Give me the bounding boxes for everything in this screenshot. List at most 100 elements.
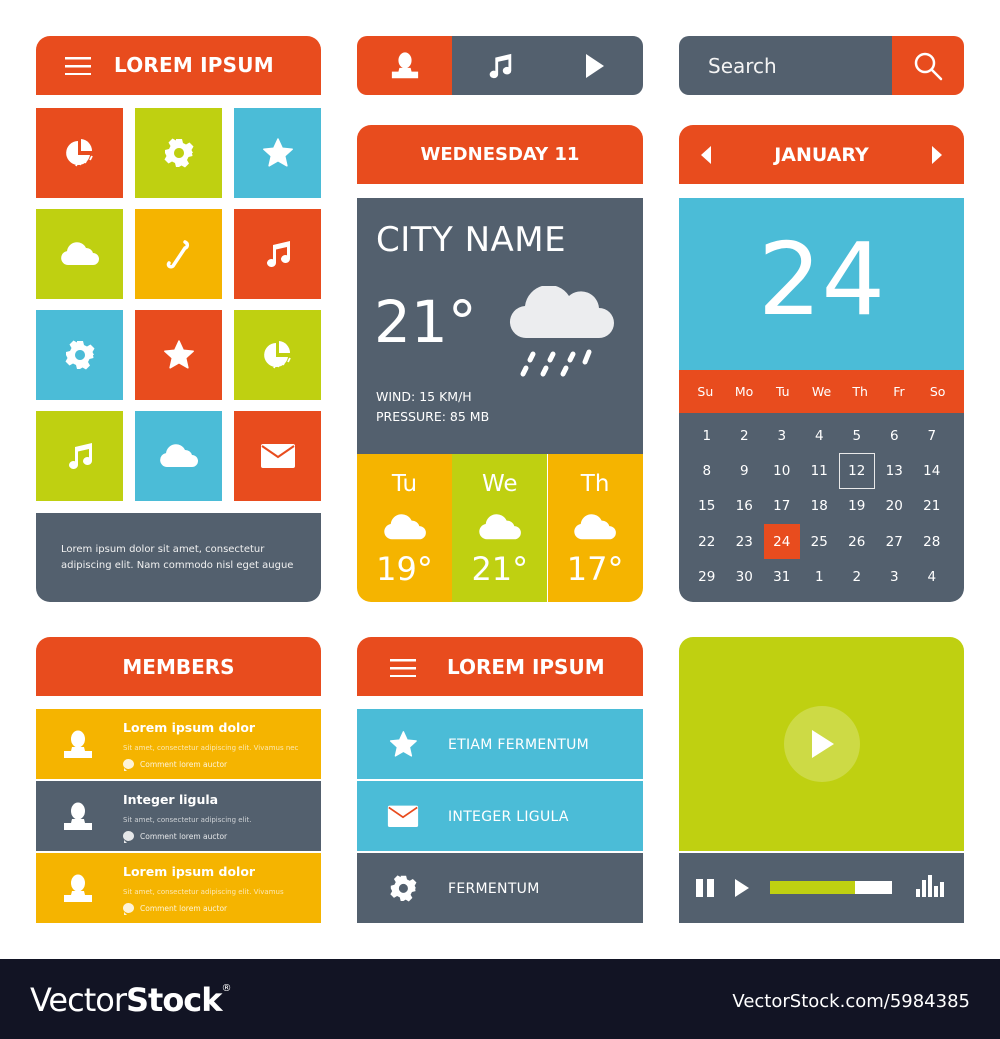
calendar-day[interactable]: 10 [763,453,801,488]
calendar-day[interactable]: 31 [763,559,801,594]
pause-button[interactable] [696,879,716,897]
forecast-temp: 21° [471,550,529,589]
tile-menu-footer-text: Lorem ipsum dolor sit amet, consectetur … [61,544,294,571]
calendar-day[interactable]: 4 [801,418,839,453]
nav-menu-item[interactable]: INTEGER LIGULA [357,781,643,851]
calendar-day[interactable]: 25 [801,524,839,559]
current-temperature: 21° [374,288,477,356]
calendar-day[interactable]: 19 [838,489,876,524]
calendar-day[interactable]: 13 [876,453,914,488]
chevron-left-icon [701,146,711,164]
hamburger-icon[interactable] [65,57,91,75]
tile-button[interactable] [234,411,321,501]
search-button[interactable] [892,36,964,95]
calendar-day[interactable]: 5 [838,418,876,453]
user-icon [390,51,420,81]
tile-button[interactable] [234,108,321,198]
calendar-day[interactable]: 23 [726,524,764,559]
calendar-day[interactable]: 14 [913,453,951,488]
calendar-day[interactable]: 18 [801,489,839,524]
member-item[interactable]: Lorem ipsum dolor Sit amet, consectetur … [36,709,321,779]
member-name: Lorem ipsum dolor [123,864,256,879]
star-icon [163,339,195,371]
search-field [679,36,892,95]
gear-icon [389,874,418,903]
calendar-day[interactable]: 1 [688,418,726,453]
calendar-day[interactable]: 15 [688,489,726,524]
calendar-day[interactable]: 28 [913,524,951,559]
nav-menu-item[interactable]: ETIAM FERMENTUM [357,709,643,779]
calendar-day[interactable]: 9 [726,453,764,488]
calendar-day[interactable]: 26 [838,524,876,559]
calendar-day[interactable]: 2 [838,559,876,594]
tile-button[interactable] [135,108,222,198]
avatar [62,873,94,905]
calendar-day[interactable]: 3 [763,418,801,453]
tile-button[interactable] [234,310,321,400]
tile-button[interactable] [36,209,123,299]
music-note-icon [262,238,294,270]
forecast-temp: 17° [566,550,624,589]
big-play-button[interactable] [783,706,860,782]
calendar-day[interactable]: 6 [876,418,914,453]
member-item[interactable]: Integer ligula Sit amet, consectetur adi… [36,781,321,851]
calendar-day[interactable]: 17 [763,489,801,524]
segment-play[interactable] [574,50,614,82]
calendar-day[interactable]: 4 [913,559,951,594]
tile-button[interactable] [36,108,123,198]
tile-menu-header: LOREM IPSUM [36,36,321,95]
calendar-day[interactable]: 20 [876,489,914,524]
next-month-button[interactable] [930,146,944,164]
calendar-day[interactable]: 29 [688,559,726,594]
tile-button[interactable] [135,209,222,299]
video-area[interactable] [679,637,964,851]
calendar-day[interactable]: 3 [876,559,914,594]
tile-button[interactable] [36,310,123,400]
weekday-label: Mo [734,384,754,399]
calendar-day[interactable]: 8 [688,453,726,488]
play-button[interactable] [735,879,749,897]
calendar-day[interactable]: 24 [764,523,800,560]
comment-bubble-icon [123,759,134,771]
pressure: PRESSURE: 85 MB [376,409,490,424]
member-item[interactable]: Lorem ipsum dolor Sit amet, consectetur … [36,853,321,923]
segment-music[interactable] [480,50,520,82]
volume-button[interactable] [916,875,946,897]
nav-menu-item[interactable]: FERMENTUM [357,853,643,923]
tile-button[interactable] [36,411,123,501]
comment-text: Comment lorem auctor [140,903,228,913]
segment-user[interactable] [357,36,452,95]
play-icon [735,879,749,897]
calendar-day[interactable]: 7 [913,418,951,453]
cloud-icon [159,444,199,468]
progress-fill [770,881,856,894]
brand-bold: Stock [125,981,223,1019]
calendar-selected-day: 24 [679,198,964,370]
avatar [62,801,94,833]
tile-button[interactable] [135,310,222,400]
tile-button[interactable] [135,411,222,501]
calendar-day[interactable]: 12 [839,453,875,489]
selected-day-number: 24 [757,221,886,338]
nav-menu-label: ETIAM FERMENTUM [448,737,590,753]
hamburger-icon[interactable] [390,659,416,677]
calendar-day[interactable]: 27 [876,524,914,559]
calendar-day[interactable]: 2 [726,418,764,453]
calendar-day[interactable]: 1 [801,559,839,594]
calendar-day[interactable]: 21 [913,489,951,524]
calendar-day[interactable]: 30 [726,559,764,594]
cloud-icon [383,514,427,540]
weather-details: WIND: 15 KM/H PRESSURE: 85 MB [376,387,489,427]
tile-button[interactable] [234,209,321,299]
pie-chart-icon [262,339,294,371]
mail-icon [260,443,296,469]
cloud-icon [478,514,522,540]
segment-media [452,36,643,95]
progress-bar[interactable] [770,881,892,894]
calendar-day[interactable]: 22 [688,524,726,559]
forecast-day: Tu 19° [357,454,452,602]
calendar-day[interactable]: 11 [801,453,839,488]
search-input[interactable] [679,36,892,95]
prev-month-button[interactable] [699,146,713,164]
calendar-day[interactable]: 16 [726,489,764,524]
